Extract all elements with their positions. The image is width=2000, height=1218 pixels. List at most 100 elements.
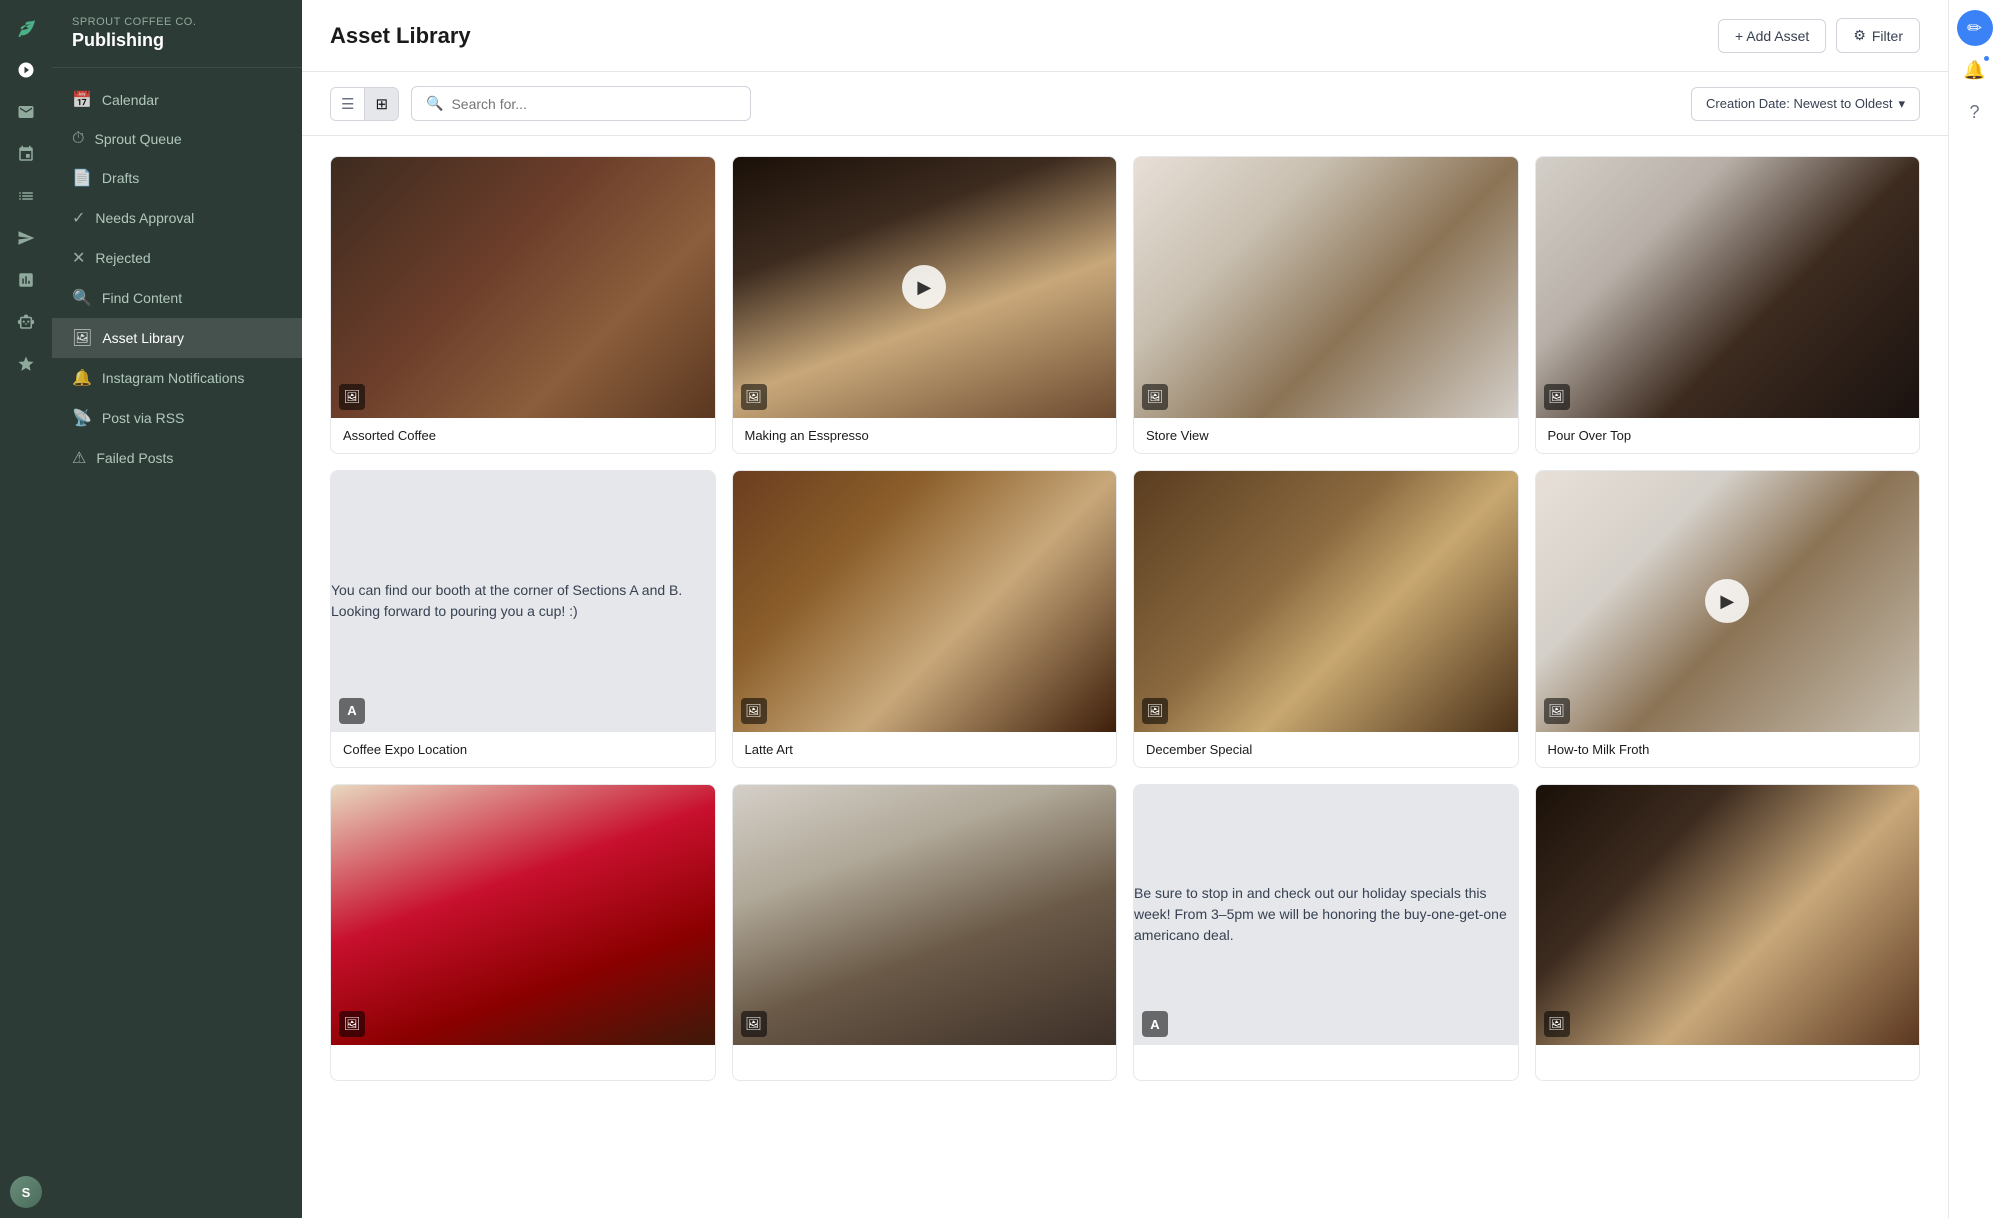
list-view-button[interactable]: ☰ xyxy=(331,88,365,120)
sidebar-item-calendar[interactable]: 📅Calendar xyxy=(52,80,302,120)
grid-icon: ⊞ xyxy=(375,95,388,113)
asset-card[interactable]: 🖼 Assorted Coffee xyxy=(330,156,716,454)
nav-label-instagram-notifications: Instagram Notifications xyxy=(102,370,244,386)
asset-card[interactable]: 🖼 xyxy=(1535,784,1921,1082)
asset-thumb: 🖼 xyxy=(733,785,1117,1046)
asset-title: Latte Art xyxy=(733,732,1117,767)
asset-card[interactable]: 🖼 xyxy=(330,784,716,1082)
search-icon: 🔍 xyxy=(426,95,443,112)
asset-title xyxy=(331,1045,715,1080)
asset-thumb: 🖼 xyxy=(1134,471,1518,732)
asset-card[interactable]: ▶ 🖼 How-to Milk Froth xyxy=(1535,470,1921,768)
sidebar-item-instagram-notifications[interactable]: 🔔Instagram Notifications xyxy=(52,358,302,398)
list-icon: ☰ xyxy=(341,95,354,113)
user-avatar[interactable]: S xyxy=(10,1176,42,1208)
toolbar: ☰ ⊞ 🔍 Creation Date: Newest to Oldest ▾ xyxy=(302,72,1948,136)
nav-label-find-content: Find Content xyxy=(102,290,182,306)
help-icon[interactable]: ? xyxy=(1957,94,1993,130)
notification-icon[interactable]: 🔔 xyxy=(1957,52,1993,88)
play-button[interactable]: ▶ xyxy=(1705,579,1749,623)
company-sub: Sprout Coffee Co. xyxy=(72,16,282,28)
asset-card[interactable]: 🖼 xyxy=(732,784,1118,1082)
asset-grid: 🖼 Assorted Coffee ▶ 🖼 Making an Esspress… xyxy=(330,156,1920,1081)
rail-icon-pin[interactable] xyxy=(8,136,44,172)
media-type-badge: 🖼 xyxy=(741,698,767,724)
media-type-badge: 🖼 xyxy=(339,384,365,410)
asset-title xyxy=(733,1045,1117,1080)
sidebar-item-needs-approval[interactable]: ✓Needs Approval xyxy=(52,198,302,238)
rail-icon-inbox[interactable] xyxy=(8,94,44,130)
media-type-badge: 🖼 xyxy=(339,1011,365,1037)
asset-card[interactable]: You can find our booth at the corner of … xyxy=(330,470,716,768)
sidebar-item-drafts[interactable]: 📄Drafts xyxy=(52,158,302,198)
sort-dropdown[interactable]: Creation Date: Newest to Oldest ▾ xyxy=(1691,87,1920,121)
asset-title: How-to Milk Froth xyxy=(1536,732,1920,767)
asset-title: Coffee Expo Location xyxy=(331,732,715,767)
nav-label-calendar: Calendar xyxy=(102,92,159,108)
sidebar-nav: 📅Calendar ⏱ Sprout Queue 📄Drafts✓Needs Appr… xyxy=(52,68,302,1218)
asset-card[interactable]: Be sure to stop in and check out our hol… xyxy=(1133,784,1519,1082)
icon-rail: S xyxy=(0,0,52,1218)
main-area: Asset Library + Add Asset ⚙ Filter ☰ ⊞ 🔍… xyxy=(302,0,1948,1218)
asset-title: Making an Esspresso xyxy=(733,418,1117,453)
nav-label-sprout-queue: Sprout Queue xyxy=(94,131,181,147)
nav-icon-post-via-rss: 📡 xyxy=(72,408,92,428)
filter-button[interactable]: ⚙ Filter xyxy=(1836,18,1920,53)
asset-thumb: 🖼 xyxy=(1536,157,1920,418)
asset-title: Assorted Coffee xyxy=(331,418,715,453)
asset-card[interactable]: 🖼 Store View xyxy=(1133,156,1519,454)
search-box: 🔍 xyxy=(411,86,751,121)
asset-thumb: 🖼 xyxy=(331,785,715,1046)
asset-card[interactable]: 🖼 Latte Art xyxy=(732,470,1118,768)
rail-icon-list[interactable] xyxy=(8,178,44,214)
nav-label-post-via-rss: Post via RSS xyxy=(102,410,184,426)
nav-icon-sprout-queue: ⏱ xyxy=(72,130,84,148)
asset-text-content: You can find our booth at the corner of … xyxy=(331,580,715,622)
rail-icon-sprout[interactable] xyxy=(8,10,44,46)
view-toggle: ☰ ⊞ xyxy=(330,87,399,121)
nav-label-failed-posts: Failed Posts xyxy=(96,450,173,466)
filter-icon: ⚙ xyxy=(1853,27,1866,44)
sidebar: Sprout Coffee Co. Publishing 📅Calendar ⏱ S… xyxy=(52,0,302,1218)
edit-icon[interactable]: ✏ xyxy=(1957,10,1993,46)
rail-icon-send[interactable] xyxy=(8,220,44,256)
add-asset-button[interactable]: + Add Asset xyxy=(1718,19,1826,53)
notification-dot xyxy=(1982,54,1991,63)
media-type-badge: 🖼 xyxy=(741,384,767,410)
right-panel: ✏ 🔔 ? xyxy=(1948,0,2000,1218)
nav-label-asset-library: Asset Library xyxy=(102,330,184,346)
sidebar-item-rejected[interactable]: ✕Rejected xyxy=(52,238,302,278)
asset-thumb: 🖼 xyxy=(1134,157,1518,418)
sidebar-item-sprout-queue[interactable]: ⏱ Sprout Queue xyxy=(52,120,302,158)
rail-icon-star[interactable] xyxy=(8,346,44,382)
asset-card[interactable]: ▶ 🖼 Making an Esspresso xyxy=(732,156,1118,454)
media-type-badge: 🖼 xyxy=(1544,384,1570,410)
nav-icon-find-content: 🔍 xyxy=(72,288,92,308)
sidebar-item-failed-posts[interactable]: ⚠ Failed Posts xyxy=(52,438,302,478)
nav-icon-failed-posts: ⚠ xyxy=(72,448,86,468)
text-type-badge: A xyxy=(339,698,365,724)
nav-label-rejected: Rejected xyxy=(95,250,150,266)
grid-view-button[interactable]: ⊞ xyxy=(365,88,398,120)
rail-icon-publishing[interactable] xyxy=(8,52,44,88)
asset-card[interactable]: 🖼 December Special xyxy=(1133,470,1519,768)
sidebar-item-post-via-rss[interactable]: 📡 Post via RSS xyxy=(52,398,302,438)
sidebar-item-find-content[interactable]: 🔍 Find Content xyxy=(52,278,302,318)
sidebar-item-asset-library[interactable]: 🖼 Asset Library xyxy=(52,318,302,358)
asset-title: December Special xyxy=(1134,732,1518,767)
media-type-badge: 🖼 xyxy=(1142,384,1168,410)
nav-label-drafts: Drafts xyxy=(102,170,139,186)
chevron-down-icon: ▾ xyxy=(1898,96,1905,112)
asset-card[interactable]: 🖼 Pour Over Top xyxy=(1535,156,1921,454)
asset-title: Store View xyxy=(1134,418,1518,453)
search-input[interactable] xyxy=(451,96,736,112)
asset-thumb: 🖼 xyxy=(1536,785,1920,1046)
media-type-badge: 🖼 xyxy=(1142,698,1168,724)
asset-title xyxy=(1134,1045,1518,1065)
play-button[interactable]: ▶ xyxy=(902,265,946,309)
asset-text-content: Be sure to stop in and check out our hol… xyxy=(1134,883,1518,946)
nav-icon-asset-library: 🖼 xyxy=(72,328,92,348)
rail-icon-analytics[interactable] xyxy=(8,262,44,298)
company-name: Publishing xyxy=(72,30,282,51)
rail-icon-bot[interactable] xyxy=(8,304,44,340)
